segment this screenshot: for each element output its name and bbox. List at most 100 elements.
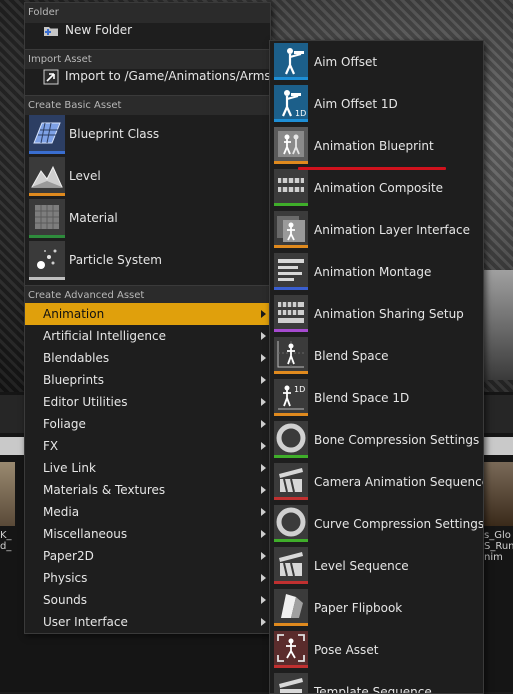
submenu-arrow-icon xyxy=(261,552,266,560)
menu-item-label: Artificial Intelligence xyxy=(43,329,166,343)
curve-compression-settings-icon xyxy=(274,505,308,539)
asset-thumbnail-left[interactable] xyxy=(0,462,15,526)
animation-layer-interface-item[interactable]: Animation Layer Interface xyxy=(270,209,483,251)
bone-compression-settings-color-bar xyxy=(274,455,308,458)
pose-asset-color-bar xyxy=(274,665,308,668)
animation-sharing-setup-item[interactable]: Animation Sharing Setup xyxy=(270,293,483,335)
menu-item-label: Foliage xyxy=(43,417,86,431)
menu-item-paper2d[interactable]: Paper2D xyxy=(25,545,270,567)
menu-item-live-link[interactable]: Live Link xyxy=(25,457,270,479)
animation-blueprint-item[interactable]: Animation Blueprint xyxy=(270,125,483,167)
content-browser-context-menu: Folder New Folder Import Asset Import to… xyxy=(24,2,282,634)
aim-offset-1d-item[interactable]: 1D Aim Offset 1D xyxy=(270,83,483,125)
import-to-item[interactable]: Import to /Game/Animations/Arms... xyxy=(25,63,282,89)
section-header-create-basic: Create Basic Asset xyxy=(25,95,270,115)
menu-item-media[interactable]: Media xyxy=(25,501,270,523)
animation-sharing-setup-icon xyxy=(274,295,308,329)
bone-compression-settings-icon xyxy=(274,421,308,455)
menu-item-label: Physics xyxy=(43,571,88,585)
aim-offset-label: Aim Offset xyxy=(314,55,378,69)
menu-item-blueprints[interactable]: Blueprints xyxy=(25,369,270,391)
submenu-arrow-icon xyxy=(261,442,266,450)
blueprint-class-color-bar xyxy=(29,151,65,154)
animation-composite-item[interactable]: Animation Composite xyxy=(270,167,483,209)
animation-blueprint-color-bar xyxy=(274,161,308,164)
template-sequence-item[interactable]: Template Sequence xyxy=(270,671,483,693)
menu-item-blendables[interactable]: Blendables xyxy=(25,347,270,369)
menu-item-physics[interactable]: Physics xyxy=(25,567,270,589)
material-item[interactable]: Material xyxy=(25,197,270,239)
menu-item-materials-textures[interactable]: Materials & Textures xyxy=(25,479,270,501)
menu-item-fx[interactable]: FX xyxy=(25,435,270,457)
animation-blueprint-label: Animation Blueprint xyxy=(314,139,434,153)
menu-item-label: Paper2D xyxy=(43,549,94,563)
blend-space-item[interactable]: Blend Space xyxy=(270,335,483,377)
animation-montage-item[interactable]: Animation Montage xyxy=(270,251,483,293)
level-item[interactable]: Level xyxy=(25,155,270,197)
curve-compression-settings-color-bar xyxy=(274,539,308,542)
camera-animation-sequence-item[interactable]: Camera Animation Sequence xyxy=(270,461,483,503)
menu-item-label: Editor Utilities xyxy=(43,395,128,409)
aim-offset-icon xyxy=(274,43,308,77)
menu-item-animation[interactable]: Animation xyxy=(25,303,270,325)
camera-animation-sequence-color-bar xyxy=(274,497,308,500)
menu-item-label: Live Link xyxy=(43,461,96,475)
curve-compression-settings-item[interactable]: Curve Compression Settings xyxy=(270,503,483,545)
menu-item-label: Animation xyxy=(43,307,105,321)
animation-sharing-setup-label: Animation Sharing Setup xyxy=(314,307,464,321)
menu-item-user-interface[interactable]: User Interface xyxy=(25,611,270,633)
new-folder-label: New Folder xyxy=(65,23,133,37)
annotation-underline xyxy=(298,167,446,170)
submenu-arrow-icon xyxy=(261,464,266,472)
animation-composite-label: Animation Composite xyxy=(314,181,444,195)
animation-montage-color-bar xyxy=(274,287,308,290)
import-icon xyxy=(43,68,59,85)
level-icon xyxy=(29,157,65,193)
asset-caption-left: K_ d_ xyxy=(0,530,12,552)
submenu-arrow-icon xyxy=(261,530,266,538)
level-sequence-label: Level Sequence xyxy=(314,559,409,573)
paper-flipbook-item[interactable]: Paper Flipbook xyxy=(270,587,483,629)
blueprint-class-icon xyxy=(29,115,65,151)
new-folder-item[interactable]: New Folder xyxy=(25,17,270,43)
submenu-arrow-icon xyxy=(261,354,266,362)
asset-thumbnail-right[interactable] xyxy=(483,462,513,526)
menu-item-editor-utilities[interactable]: Editor Utilities xyxy=(25,391,270,413)
material-label: Material xyxy=(69,211,118,225)
asset-caption-right: s_Glo S_Run nim xyxy=(484,530,513,563)
template-sequence-icon xyxy=(274,673,308,693)
blend-space-color-bar xyxy=(274,371,308,374)
menu-item-sounds[interactable]: Sounds xyxy=(25,589,270,611)
blend-space-1d-item[interactable]: 1D Blend Space 1D xyxy=(270,377,483,419)
blueprint-class-item[interactable]: Blueprint Class xyxy=(25,113,270,155)
pose-asset-icon xyxy=(274,631,308,665)
aim-offset-1d-label: Aim Offset 1D xyxy=(314,97,398,111)
bone-compression-settings-label: Bone Compression Settings xyxy=(314,433,480,447)
curve-compression-settings-label: Curve Compression Settings xyxy=(314,517,484,531)
submenu-arrow-icon xyxy=(261,596,266,604)
level-sequence-color-bar xyxy=(274,581,308,584)
blend-space-1d-color-bar xyxy=(274,413,308,416)
paper-flipbook-label: Paper Flipbook xyxy=(314,601,403,615)
aim-offset-1d-color-bar xyxy=(274,119,308,122)
animation-layer-interface-label: Animation Layer Interface xyxy=(314,223,470,237)
bone-compression-settings-item[interactable]: Bone Compression Settings xyxy=(270,419,483,461)
blend-space-1d-label: Blend Space 1D xyxy=(314,391,410,405)
paper-flipbook-color-bar xyxy=(274,623,308,626)
aim-offset-item[interactable]: Aim Offset xyxy=(270,41,483,83)
menu-item-label: Sounds xyxy=(43,593,88,607)
level-sequence-item[interactable]: Level Sequence xyxy=(270,545,483,587)
svg-text:1D: 1D xyxy=(295,109,306,118)
particle-system-item[interactable]: Particle System xyxy=(25,239,270,281)
blend-space-label: Blend Space xyxy=(314,349,389,363)
paper-flipbook-icon xyxy=(274,589,308,623)
menu-item-foliage[interactable]: Foliage xyxy=(25,413,270,435)
menu-item-label: Blendables xyxy=(43,351,110,365)
menu-item-miscellaneous[interactable]: Miscellaneous xyxy=(25,523,270,545)
blend-space-icon xyxy=(274,337,308,371)
animation-layer-interface-icon xyxy=(274,211,308,245)
pose-asset-item[interactable]: Pose Asset xyxy=(270,629,483,671)
section-header-create-advanced: Create Advanced Asset xyxy=(25,285,270,305)
menu-item-artificial-intelligence[interactable]: Artificial Intelligence xyxy=(25,325,270,347)
aim-offset-color-bar xyxy=(274,77,308,80)
